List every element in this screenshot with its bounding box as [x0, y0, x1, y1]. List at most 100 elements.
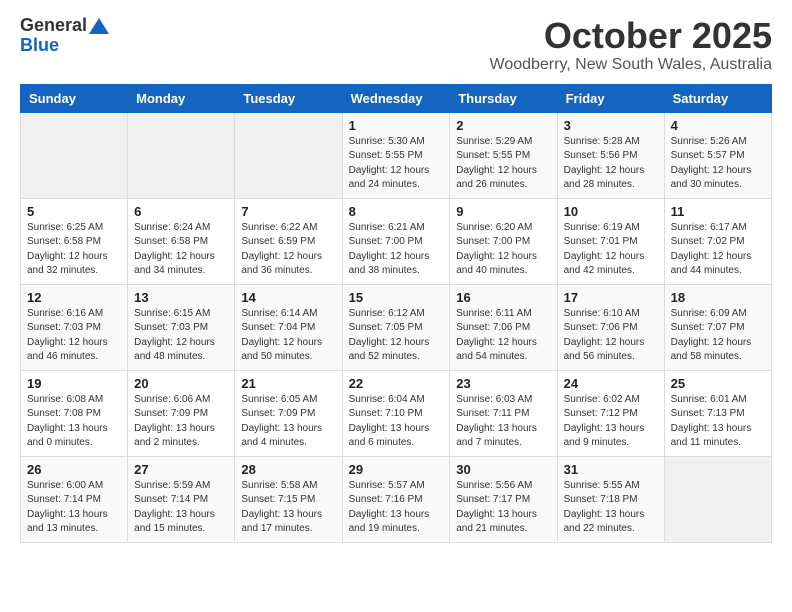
- day-number: 1: [349, 118, 444, 133]
- day-number: 5: [27, 204, 121, 219]
- day-number: 11: [671, 204, 765, 219]
- weekday-header-row: SundayMondayTuesdayWednesdayThursdayFrid…: [21, 84, 772, 112]
- weekday-thursday: Thursday: [450, 84, 557, 112]
- month-title: October 2025: [490, 16, 773, 56]
- weekday-sunday: Sunday: [21, 84, 128, 112]
- day-number: 30: [456, 462, 550, 477]
- calendar-cell: 21Sunrise: 6:05 AM Sunset: 7:09 PM Dayli…: [235, 370, 342, 456]
- day-info: Sunrise: 5:30 AM Sunset: 5:55 PM Dayligh…: [349, 135, 444, 193]
- calendar-cell: [235, 112, 342, 198]
- day-info: Sunrise: 6:06 AM Sunset: 7:09 PM Dayligh…: [134, 393, 228, 451]
- calendar-cell: 2Sunrise: 5:29 AM Sunset: 5:55 PM Daylig…: [450, 112, 557, 198]
- day-info: Sunrise: 6:14 AM Sunset: 7:04 PM Dayligh…: [241, 307, 335, 365]
- calendar-cell: 13 Sunrise: 6:15 AM Sunset: 7:03 PM Dayli…: [128, 284, 235, 370]
- day-info: Sunrise: 6:22 AM Sunset: 6:59 PM Dayligh…: [241, 221, 335, 279]
- day-info: Sunrise: 6:20 AM Sunset: 7:00 PM Dayligh…: [456, 221, 550, 279]
- location: Woodberry, New South Wales, Australia: [490, 56, 773, 74]
- calendar-cell: 7 Sunrise: 6:22 AM Sunset: 6:59 PM Daylig…: [235, 198, 342, 284]
- day-info: Sunrise: 6:08 AM Sunset: 7:08 PM Dayligh…: [27, 393, 121, 451]
- logo-general: General: [20, 16, 87, 36]
- day-number: 29: [349, 462, 444, 477]
- day-number: 3: [564, 118, 658, 133]
- calendar-cell: 27Sunrise: 5:59 AM Sunset: 7:14 PM Dayli…: [128, 456, 235, 542]
- calendar-cell: 9 Sunrise: 6:20 AM Sunset: 7:00 PM Daylig…: [450, 198, 557, 284]
- calendar-cell: 11 Sunrise: 6:17 AM Sunset: 7:02 PM Dayli…: [664, 198, 771, 284]
- day-info: Sunrise: 5:29 AM Sunset: 5:55 PM Dayligh…: [456, 135, 550, 193]
- day-number: 7: [241, 204, 335, 219]
- day-number: 28: [241, 462, 335, 477]
- calendar-cell: 3 Sunrise: 5:28 AM Sunset: 5:56 PM Daylig…: [557, 112, 664, 198]
- day-info: Sunrise: 6:09 AM Sunset: 7:07 PM Dayligh…: [671, 307, 765, 365]
- calendar-cell: 23 Sunrise: 6:03 AM Sunset: 7:11 PM Dayli…: [450, 370, 557, 456]
- calendar-cell: 14Sunrise: 6:14 AM Sunset: 7:04 PM Dayli…: [235, 284, 342, 370]
- day-info: Sunrise: 6:17 AM Sunset: 7:02 PM Dayligh…: [671, 221, 765, 279]
- day-number: 26: [27, 462, 121, 477]
- day-number: 12: [27, 290, 121, 305]
- day-number: 27: [134, 462, 228, 477]
- calendar-cell: [664, 456, 771, 542]
- calendar-cell: 10Sunrise: 6:19 AM Sunset: 7:01 PM Dayli…: [557, 198, 664, 284]
- calendar-cell: 24 Sunrise: 6:02 AM Sunset: 7:12 PM Dayli…: [557, 370, 664, 456]
- day-info: Sunrise: 5:55 AM Sunset: 7:18 PM Dayligh…: [564, 479, 658, 537]
- day-number: 24: [564, 376, 658, 391]
- weekday-saturday: Saturday: [664, 84, 771, 112]
- calendar-cell: [21, 112, 128, 198]
- calendar-cell: 28 Sunrise: 5:58 AM Sunset: 7:15 PM Dayli…: [235, 456, 342, 542]
- calendar-cell: 31Sunrise: 5:55 AM Sunset: 7:18 PM Dayli…: [557, 456, 664, 542]
- calendar-cell: 19 Sunrise: 6:08 AM Sunset: 7:08 PM Dayli…: [21, 370, 128, 456]
- calendar-cell: 6Sunrise: 6:24 AM Sunset: 6:58 PM Daylig…: [128, 198, 235, 284]
- day-info: Sunrise: 6:10 AM Sunset: 7:06 PM Dayligh…: [564, 307, 658, 365]
- day-info: Sunrise: 6:16 AM Sunset: 7:03 PM Dayligh…: [27, 307, 121, 365]
- calendar-week-2: 5 Sunrise: 6:25 AM Sunset: 6:58 PM Daylig…: [21, 198, 772, 284]
- day-info: Sunrise: 5:57 AM Sunset: 7:16 PM Dayligh…: [349, 479, 444, 537]
- calendar-cell: 17Sunrise: 6:10 AM Sunset: 7:06 PM Dayli…: [557, 284, 664, 370]
- day-info: Sunrise: 6:05 AM Sunset: 7:09 PM Dayligh…: [241, 393, 335, 451]
- calendar-cell: 26 Sunrise: 6:00 AM Sunset: 7:14 PM Dayli…: [21, 456, 128, 542]
- day-info: Sunrise: 6:01 AM Sunset: 7:13 PM Dayligh…: [671, 393, 765, 451]
- weekday-monday: Monday: [128, 84, 235, 112]
- day-number: 25: [671, 376, 765, 391]
- calendar-cell: 29 Sunrise: 5:57 AM Sunset: 7:16 PM Dayli…: [342, 456, 450, 542]
- day-info: Sunrise: 5:28 AM Sunset: 5:56 PM Dayligh…: [564, 135, 658, 193]
- calendar-cell: 18 Sunrise: 6:09 AM Sunset: 7:07 PM Dayli…: [664, 284, 771, 370]
- calendar-week-1: 1 Sunrise: 5:30 AM Sunset: 5:55 PM Daylig…: [21, 112, 772, 198]
- day-info: Sunrise: 6:24 AM Sunset: 6:58 PM Dayligh…: [134, 221, 228, 279]
- day-number: 4: [671, 118, 765, 133]
- weekday-tuesday: Tuesday: [235, 84, 342, 112]
- day-number: 16: [456, 290, 550, 305]
- calendar-cell: 15Sunrise: 6:12 AM Sunset: 7:05 PM Dayli…: [342, 284, 450, 370]
- weekday-friday: Friday: [557, 84, 664, 112]
- calendar-cell: 30 Sunrise: 5:56 AM Sunset: 7:17 PM Dayli…: [450, 456, 557, 542]
- calendar-week-3: 12 Sunrise: 6:16 AM Sunset: 7:03 PM Dayli…: [21, 284, 772, 370]
- day-number: 22: [349, 376, 444, 391]
- day-number: 9: [456, 204, 550, 219]
- day-number: 18: [671, 290, 765, 305]
- day-info: Sunrise: 5:26 AM Sunset: 5:57 PM Dayligh…: [671, 135, 765, 193]
- day-info: Sunrise: 6:11 AM Sunset: 7:06 PM Dayligh…: [456, 307, 550, 365]
- calendar-cell: 16 Sunrise: 6:11 AM Sunset: 7:06 PM Dayli…: [450, 284, 557, 370]
- day-number: 23: [456, 376, 550, 391]
- calendar-cell: 1 Sunrise: 5:30 AM Sunset: 5:55 PM Daylig…: [342, 112, 450, 198]
- day-info: Sunrise: 6:03 AM Sunset: 7:11 PM Dayligh…: [456, 393, 550, 451]
- day-number: 10: [564, 204, 658, 219]
- day-info: Sunrise: 5:58 AM Sunset: 7:15 PM Dayligh…: [241, 479, 335, 537]
- day-number: 8: [349, 204, 444, 219]
- day-info: Sunrise: 6:25 AM Sunset: 6:58 PM Dayligh…: [27, 221, 121, 279]
- day-number: 13: [134, 290, 228, 305]
- day-number: 19: [27, 376, 121, 391]
- title-block: October 2025 Woodberry, New South Wales,…: [490, 16, 773, 74]
- day-info: Sunrise: 6:04 AM Sunset: 7:10 PM Dayligh…: [349, 393, 444, 451]
- calendar-cell: 20Sunrise: 6:06 AM Sunset: 7:09 PM Dayli…: [128, 370, 235, 456]
- day-info: Sunrise: 5:56 AM Sunset: 7:17 PM Dayligh…: [456, 479, 550, 537]
- day-info: Sunrise: 6:21 AM Sunset: 7:00 PM Dayligh…: [349, 221, 444, 279]
- logo-blue: Blue: [20, 36, 59, 56]
- calendar-table: SundayMondayTuesdayWednesdayThursdayFrid…: [20, 84, 772, 543]
- calendar-cell: 25 Sunrise: 6:01 AM Sunset: 7:13 PM Dayli…: [664, 370, 771, 456]
- day-info: Sunrise: 6:00 AM Sunset: 7:14 PM Dayligh…: [27, 479, 121, 537]
- calendar-cell: 12 Sunrise: 6:16 AM Sunset: 7:03 PM Dayli…: [21, 284, 128, 370]
- day-info: Sunrise: 6:02 AM Sunset: 7:12 PM Dayligh…: [564, 393, 658, 451]
- day-info: Sunrise: 6:15 AM Sunset: 7:03 PM Dayligh…: [134, 307, 228, 365]
- calendar-week-4: 19 Sunrise: 6:08 AM Sunset: 7:08 PM Dayli…: [21, 370, 772, 456]
- logo: General Blue: [20, 16, 109, 56]
- calendar-cell: 22 Sunrise: 6:04 AM Sunset: 7:10 PM Dayli…: [342, 370, 450, 456]
